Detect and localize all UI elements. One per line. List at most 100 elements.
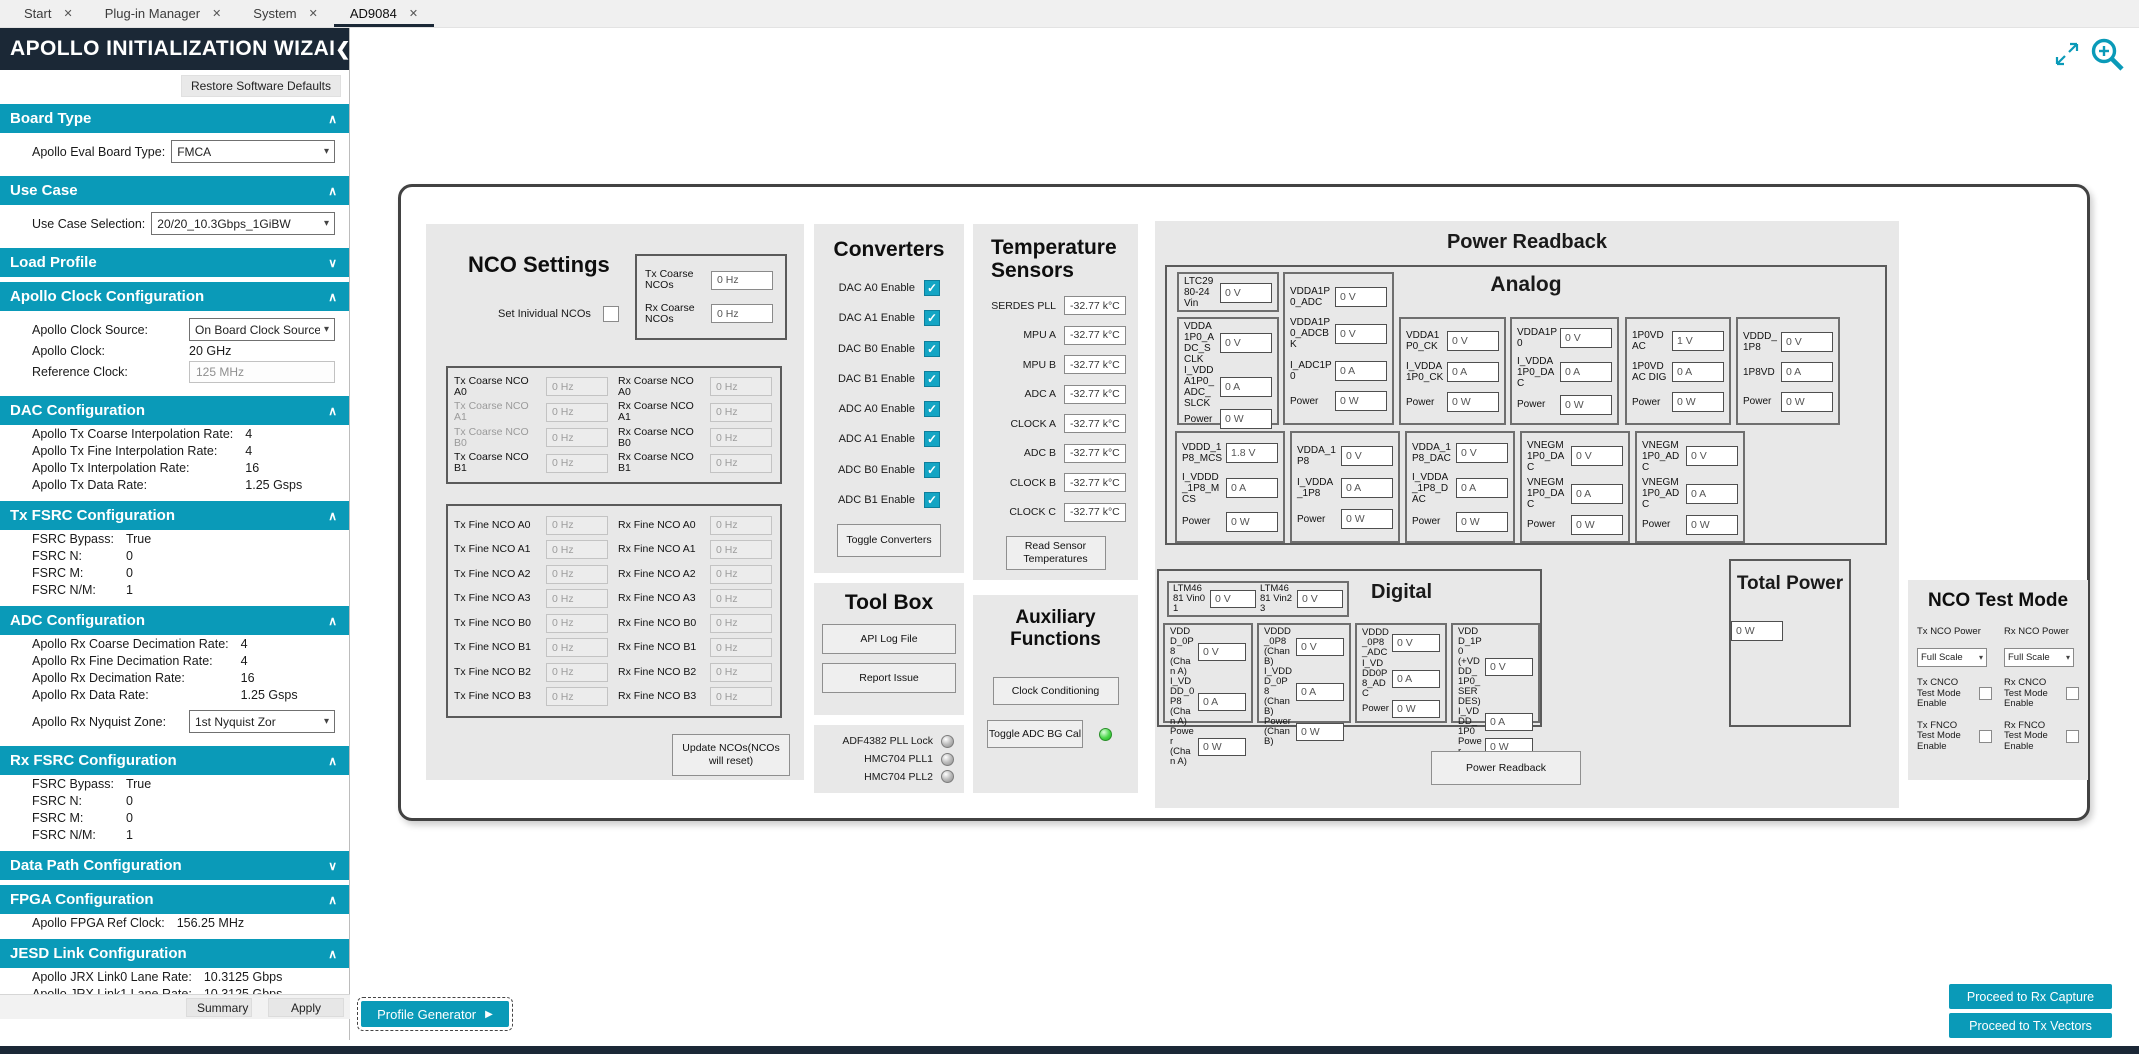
rx-nco-power-select[interactable]: Full Scale [2004,648,2074,667]
converter-checkbox[interactable] [924,431,940,447]
proceed-to-tx-vectors-button[interactable]: Proceed to Tx Vectors [1949,1013,2112,1038]
set-individual-ncos-checkbox[interactable] [603,306,619,322]
read-sensor-temperatures-button[interactable]: Read Sensor Temperatures [1006,536,1106,570]
app-tab[interactable]: System ✕ [237,0,334,27]
nco-frequency-input: 0 Hz [710,565,772,584]
clock-conditioning-button[interactable]: Clock Conditioning [993,677,1119,705]
power-box-ltm4681: LTM4681 Vin01 0 V LTM4681 Vin23 0 V [1167,581,1349,617]
temperature-row: CLOCK A -32.77 k°C [985,414,1126,433]
bg-cal-status-led [1099,728,1112,741]
pll-label: ADF4382 PLL Lock [842,735,933,747]
power-box-vdda-1p8-dac: VDDA_1P8_DAC 0 V I_VDDA_1P8_DAC 0 A Powe… [1405,431,1515,543]
section-header-data-path[interactable]: Data Path Configuration∨ [0,851,349,880]
tx-fsrc-rows: FSRC Bypass: True FSRC N: 0 FSRC M: 0 FS… [0,530,349,601]
nco-master-input[interactable]: 0 Hz [711,304,773,323]
power-rail-value: 0 W [1672,392,1724,412]
play-arrow-icon: ▶ [485,1009,493,1020]
config-label: FSRC Bypass: [32,777,114,792]
pll-status-row: HMC704 PLL1 [824,753,954,766]
converter-checkbox[interactable] [924,462,940,478]
restore-defaults-button[interactable]: Restore Software Defaults [181,75,341,97]
nco-row: Rx Fine NCO B0 0 Hz [618,614,774,633]
nco-master-input[interactable]: 0 Hz [711,271,773,290]
power-rail-label: I_ADC1P0 [1290,360,1332,382]
zoom-icon[interactable] [2087,34,2127,79]
report-issue-button[interactable]: Report Issue [822,663,956,693]
converter-checkbox[interactable] [924,310,940,326]
power-row: VDDA1P0_ADC 0 V [1290,286,1387,308]
toggle-adc-bg-cal-button[interactable]: Toggle ADC BG Cal [987,720,1083,748]
app-tab[interactable]: Plug-in Manager ✕ [89,0,238,27]
converter-checkbox[interactable] [924,371,940,387]
tx-fnco-test-checkbox[interactable] [1979,730,1992,743]
nco-master-row: Tx Coarse NCOs 0 Hz [645,269,777,291]
eval-board-select[interactable]: FMCA [171,140,335,163]
clock-source-select[interactable]: On Board Clock Source (ADF4 [189,318,335,341]
tab-close-icon[interactable]: ✕ [309,7,318,20]
fpga-config-rows: Apollo FPGA Ref Clock: 156.25 MHz [0,914,349,934]
use-case-select[interactable]: 20/20_10.3Gbps_1GiBW [151,212,335,235]
section-header-use-case[interactable]: Use Case∧ [0,176,349,205]
temperature-label: ADC A [1024,388,1056,400]
section-header-clock-config[interactable]: Apollo Clock Configuration∧ [0,282,349,311]
nco-label: Rx Fine NCO B2 [618,667,706,678]
rx-cnco-test-label: Rx CNCO Test Mode Enable [2004,678,2061,710]
power-rail-value: 1 V [1672,331,1724,351]
tx-cnco-test-checkbox[interactable] [1979,687,1992,700]
power-box-vddd-1p8-mcs: VDDD_1P8_MCS 1.8 V I_VDDD_1P8_MCS 0 A Po… [1175,431,1285,543]
nco-frequency-input: 0 Hz [710,516,772,535]
proceed-to-rx-capture-button[interactable]: Proceed to Rx Capture [1949,984,2112,1009]
api-log-file-button[interactable]: API Log File [822,624,956,654]
power-rail-value: 0 A [1335,361,1387,381]
apply-button[interactable]: Apply [268,998,344,1017]
nyquist-zone-select[interactable]: 1st Nyquist Zor [189,710,335,733]
nco-frequency-input: 0 Hz [546,377,608,396]
nco-label: Tx Coarse NCO B1 [454,452,542,474]
summary-button[interactable]: Summary [186,998,252,1017]
app-tab[interactable]: AD9084 ✕ [334,0,434,27]
section-header-jesd-link[interactable]: JESD Link Configuration∧ [0,939,349,968]
app-tab[interactable]: Start ✕ [8,0,89,27]
power-rail-label: VDDA1P0_CK [1406,330,1444,352]
converter-checkbox[interactable] [924,492,940,508]
section-header-load-profile[interactable]: Load Profile∨ [0,248,349,277]
config-label: FSRC N/M: [32,583,114,598]
power-row: Power 0 W [1290,391,1387,411]
section-header-fpga-config[interactable]: FPGA Configuration∧ [0,885,349,914]
toggle-converters-button[interactable]: Toggle Converters [837,524,941,557]
nco-frequency-input: 0 Hz [710,403,772,422]
power-rail-value: 0 A [1226,478,1278,498]
config-label: Apollo Rx Fine Decimation Rate: [32,654,229,669]
converter-label: ADC A0 Enable [839,403,915,415]
section-header-dac-config[interactable]: DAC Configuration∧ [0,396,349,425]
power-rail-value: 0 A [1485,713,1533,731]
section-header-rx-fsrc[interactable]: Rx FSRC Configuration∧ [0,746,349,775]
profile-generator-button[interactable]: Profile Generator ▶ [361,1001,509,1027]
tab-close-icon[interactable]: ✕ [409,7,418,20]
fit-to-screen-icon[interactable] [2053,40,2081,73]
collapse-panel-icon[interactable]: ❮ [335,39,350,60]
config-label: FSRC Bypass: [32,532,114,547]
rx-fnco-test-checkbox[interactable] [2066,730,2079,743]
converter-label: ADC A1 Enable [839,433,915,445]
adc-config-rows: Apollo Rx Coarse Decimation Rate: 4 Apol… [0,635,349,706]
section-header-tx-fsrc[interactable]: Tx FSRC Configuration∧ [0,501,349,530]
tx-nco-power-select[interactable]: Full Scale [1917,648,1987,667]
converter-checkbox[interactable] [924,341,940,357]
power-rail-label: VDDD_1P8_MCS [1182,442,1223,464]
power-rail-label: Power [1290,396,1332,407]
power-row: VDDD_1P8_MCS 1.8 V [1182,442,1278,464]
section-header-adc-config[interactable]: ADC Configuration∧ [0,606,349,635]
tab-close-icon[interactable]: ✕ [63,7,72,20]
power-readback-button[interactable]: Power Readback [1431,751,1581,785]
nco-test-mode-title: NCO Test Mode [1917,590,2079,612]
section-header-board-type[interactable]: Board Type∧ [0,104,349,133]
rx-cnco-test-checkbox[interactable] [2066,687,2079,700]
update-ncos-button[interactable]: Update NCOs(NCOs will reset) [672,734,790,776]
converter-checkbox[interactable] [924,401,940,417]
tab-close-icon[interactable]: ✕ [212,7,221,20]
config-value: True [126,532,341,547]
power-rail-value: 0 V [1392,634,1440,652]
converter-checkbox[interactable] [924,280,940,296]
tab-bar: Start ✕ Plug-in Manager ✕ System ✕ AD908… [0,0,2139,28]
